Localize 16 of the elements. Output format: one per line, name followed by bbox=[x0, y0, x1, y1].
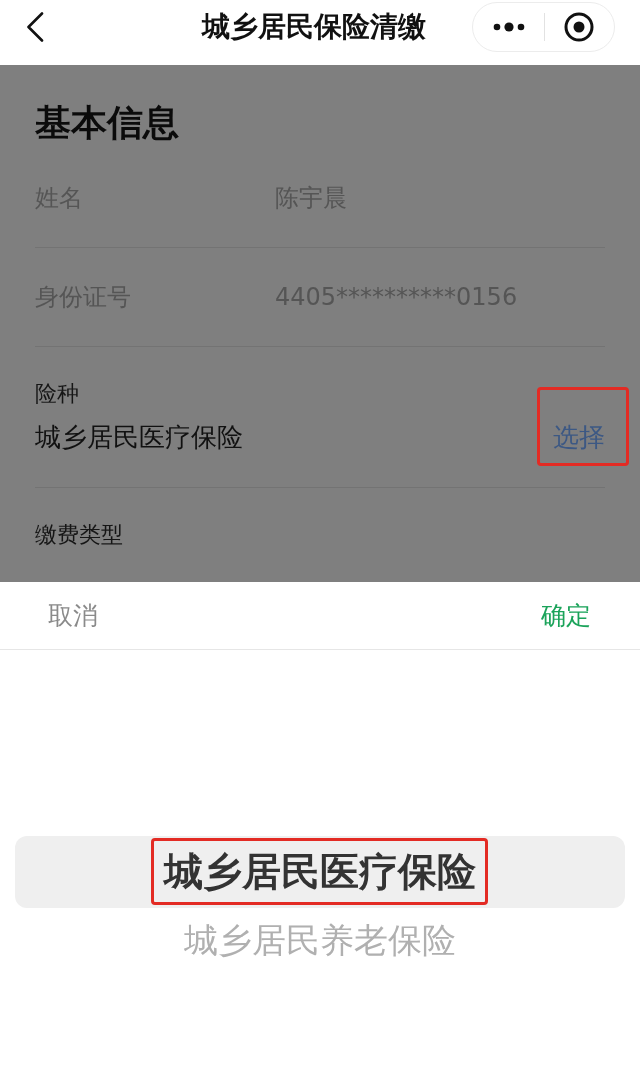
back-icon bbox=[26, 12, 44, 42]
cancel-button[interactable]: 取消 bbox=[48, 599, 98, 632]
ring-dot-icon bbox=[564, 12, 594, 42]
select-link[interactable]: 选择 bbox=[553, 419, 605, 455]
more-icon bbox=[493, 22, 525, 32]
confirm-button[interactable]: 确定 bbox=[541, 599, 591, 632]
picker-option[interactable]: 城乡居民医疗保险 bbox=[164, 844, 476, 900]
section-heading: 基本信息 bbox=[35, 101, 179, 145]
more-button[interactable] bbox=[493, 22, 525, 32]
picker-option[interactable]: 城乡居民养老保险 bbox=[184, 912, 456, 968]
back-button[interactable] bbox=[26, 12, 44, 42]
nav-title: 城乡居民保险清缴 bbox=[202, 9, 426, 45]
field-value: 城乡居民医疗保险 bbox=[35, 421, 243, 454]
field-label: 险种 bbox=[35, 380, 79, 408]
exit-button[interactable] bbox=[564, 12, 594, 42]
field-label: 缴费类型 bbox=[35, 521, 123, 549]
